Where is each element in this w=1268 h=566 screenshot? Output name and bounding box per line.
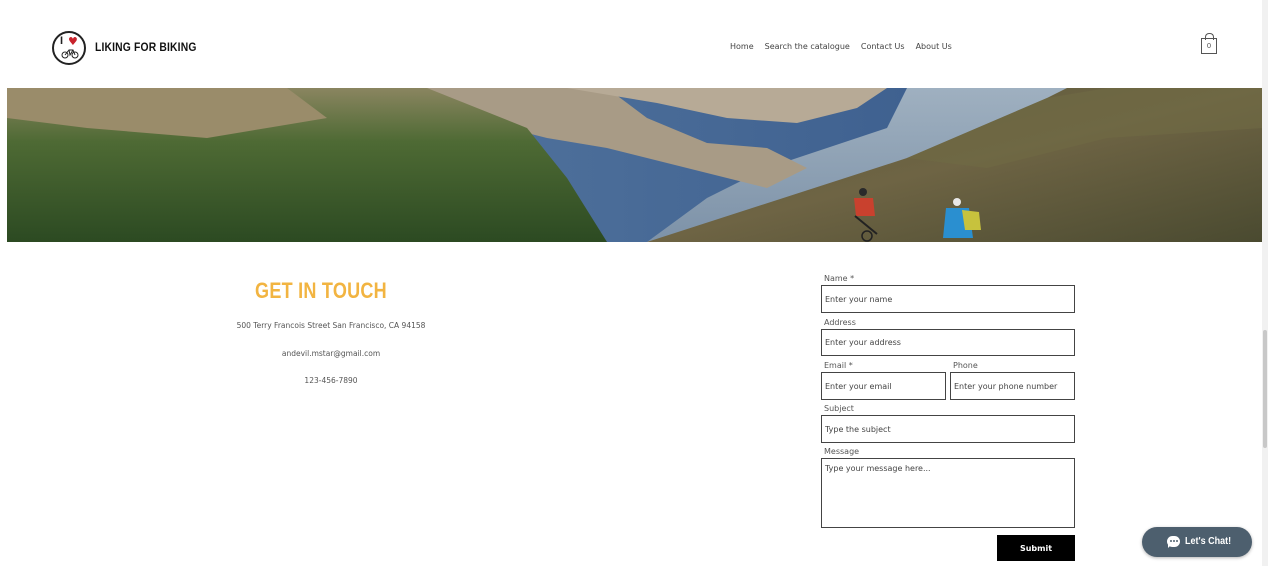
- nav-search-catalogue[interactable]: Search the catalogue: [765, 42, 850, 51]
- message-label: Message: [824, 447, 860, 456]
- lets-chat-button[interactable]: Let's Chat!: [1142, 527, 1252, 557]
- contact-address: 500 Terry Francois Street San Francisco,…: [236, 321, 426, 330]
- contact-email[interactable]: andevil.mstar@gmail.com: [180, 349, 482, 358]
- scrollbar-thumb[interactable]: [1263, 330, 1267, 448]
- nav-about-us[interactable]: About Us: [916, 42, 952, 51]
- bicycle-icon: [61, 49, 79, 59]
- address-input[interactable]: [821, 329, 1075, 356]
- page-scrollbar[interactable]: [1262, 0, 1268, 566]
- address-label: Address: [824, 318, 856, 327]
- contact-phone: 123-456-7890: [304, 376, 358, 385]
- get-in-touch-title: GET IN TOUCH: [255, 278, 387, 303]
- name-label: Name *: [824, 274, 855, 283]
- chat-label: Let's Chat!: [1185, 536, 1232, 547]
- nav-contact-us[interactable]: Contact Us: [861, 42, 905, 51]
- email-input[interactable]: [821, 372, 946, 400]
- brand-name[interactable]: LIKING FOR BIKING: [95, 40, 197, 54]
- nav-home[interactable]: Home: [730, 42, 754, 51]
- subject-label: Subject: [824, 404, 854, 413]
- site-header: I ♥ LIKING FOR BIKING Home Search the ca…: [0, 0, 1268, 88]
- heart-icon: ♥: [68, 35, 78, 48]
- cart-count: 0: [1206, 42, 1212, 50]
- phone-label: Phone: [953, 361, 978, 370]
- name-input[interactable]: [821, 285, 1075, 313]
- message-textarea[interactable]: [821, 458, 1075, 528]
- main-nav: Home Search the catalogue Contact Us Abo…: [730, 42, 952, 51]
- phone-input[interactable]: [950, 372, 1075, 400]
- email-label: Email *: [824, 361, 853, 370]
- hero-image: [7, 88, 1263, 242]
- shopping-bag-icon[interactable]: 0: [1201, 33, 1217, 54]
- submit-button[interactable]: Submit: [997, 535, 1075, 561]
- logo-icon[interactable]: I ♥: [52, 31, 86, 65]
- subject-input[interactable]: [821, 415, 1075, 443]
- chat-bubble-icon: [1167, 536, 1180, 548]
